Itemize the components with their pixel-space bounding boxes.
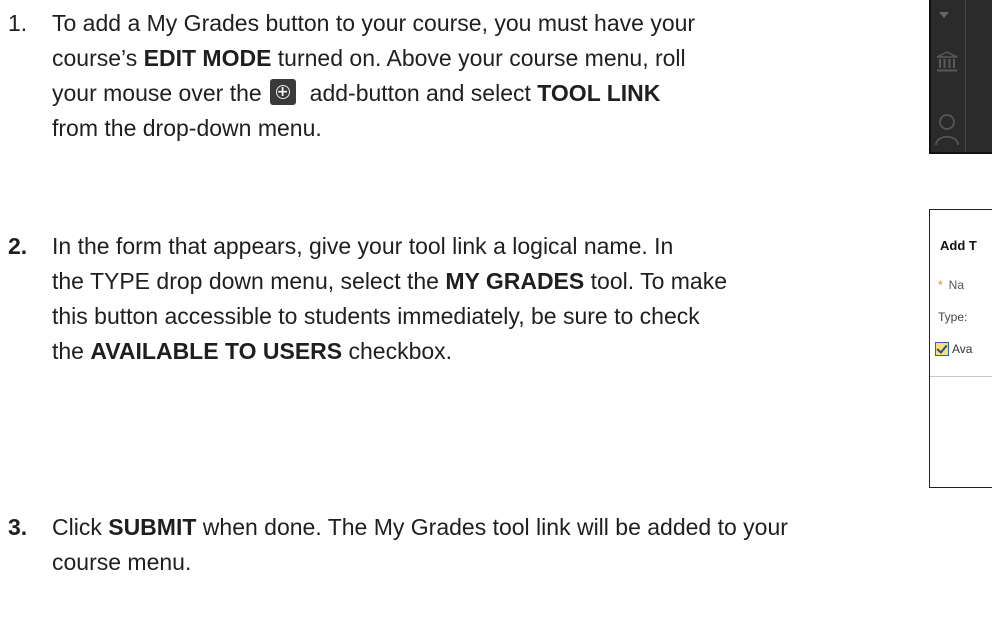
step-line: from the drop-down menu. bbox=[52, 115, 322, 141]
type-field-label: Type: bbox=[938, 310, 968, 324]
step-1: 1. To add a My Grades button to your cou… bbox=[0, 6, 900, 150]
add-tool-link-form-screenshot: Add T * Na Type: Ava bbox=[929, 209, 992, 488]
user-icon bbox=[935, 114, 959, 146]
step-number: 2. bbox=[8, 233, 28, 259]
form-title: Add T bbox=[940, 238, 977, 253]
required-star-icon: * bbox=[938, 278, 943, 292]
step-line: course’s EDIT MODE turned on. Above your… bbox=[52, 45, 686, 71]
checked-checkbox-icon bbox=[935, 342, 949, 356]
step-2: 2. In the form that appears, give your t… bbox=[0, 229, 900, 373]
form-divider bbox=[930, 376, 992, 377]
step-line: the AVAILABLE TO USERS checkbox. bbox=[52, 338, 453, 364]
institution-icon bbox=[936, 51, 958, 72]
emphasis: SUBMIT bbox=[108, 514, 197, 540]
step-line: Click SUBMIT when done. The My Grades to… bbox=[52, 514, 788, 540]
available-checkbox-row: Ava bbox=[935, 342, 972, 356]
emphasis: TOOL LINK bbox=[537, 80, 661, 106]
add-circle-icon bbox=[269, 79, 296, 105]
step-line: this button accessible to students immed… bbox=[52, 303, 700, 329]
step-line: course menu. bbox=[52, 549, 192, 575]
step-number: 3. bbox=[8, 514, 28, 540]
step-number: 1. bbox=[8, 10, 28, 36]
step-text: To add a My Grades button to your course… bbox=[52, 6, 695, 146]
step-text: Click SUBMIT when done. The My Grades to… bbox=[52, 510, 788, 580]
step-line: your mouse over theadd-button and select… bbox=[52, 76, 695, 111]
emphasis: MY GRADES bbox=[445, 268, 585, 294]
caret-down-icon bbox=[939, 12, 949, 18]
step-line: In the form that appears, give your tool… bbox=[52, 233, 674, 259]
emphasis: EDIT MODE bbox=[143, 45, 272, 71]
menu-divider bbox=[965, 0, 966, 152]
name-field-label: * Na bbox=[938, 278, 965, 292]
course-menu-screenshot bbox=[929, 0, 992, 154]
step-3: 3. Click SUBMIT when done. The My Grades… bbox=[0, 510, 992, 590]
step-line: the TYPE drop down menu, select the MY G… bbox=[52, 268, 728, 294]
emphasis: AVAILABLE TO USERS bbox=[90, 338, 343, 364]
step-line: To add a My Grades button to your course… bbox=[52, 10, 696, 36]
step-text: In the form that appears, give your tool… bbox=[52, 229, 727, 369]
